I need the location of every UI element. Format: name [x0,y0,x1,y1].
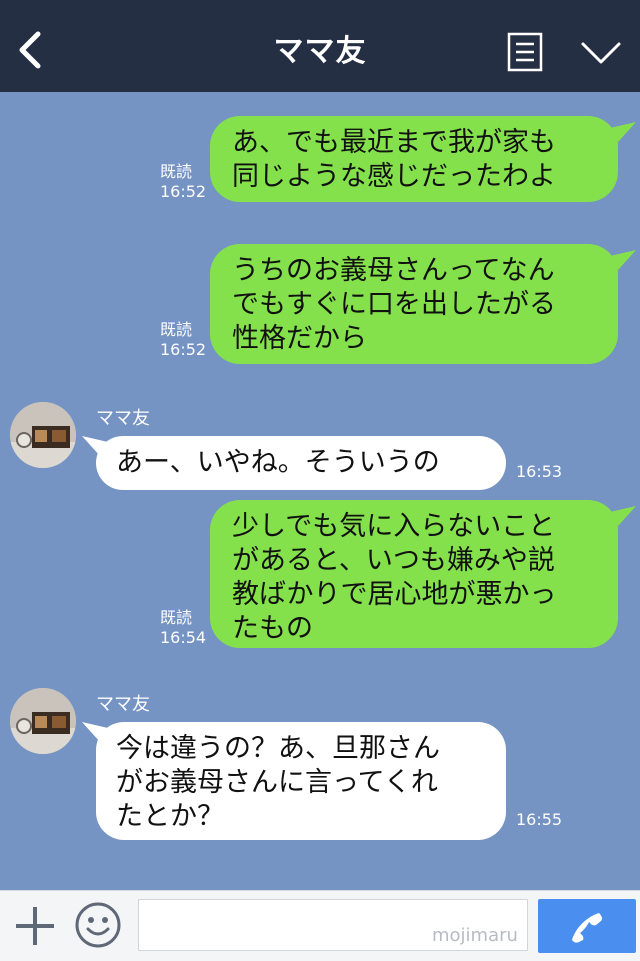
plus-icon[interactable] [14,905,56,947]
input-bar: mojimaru [0,890,640,961]
chat-title: ママ友 [273,34,367,69]
message-line: たとか？ [116,801,224,832]
chevron-down-icon[interactable] [580,40,622,66]
call-button[interactable] [538,899,636,953]
chat-header: ママ友 [0,0,640,92]
message-time: 16:52 [160,340,207,359]
smiley-icon[interactable] [74,901,122,949]
list-icon[interactable] [507,32,543,72]
message-line: があると、いつも嫌みや説 [232,545,555,576]
read-receipt: 既読 16:52 [160,320,206,360]
avatar-image [10,688,76,754]
read-receipt: 既読 16:54 [160,608,206,648]
message-line: うちのお義母さんってなん [232,255,555,286]
avatar[interactable] [10,402,76,468]
sender-name: ママ友 [96,408,150,429]
message-line: あー、いやね。そういうの [116,447,440,478]
message-time: 16:53 [516,462,563,481]
avatar-image [10,402,76,468]
bubble-tail [610,506,636,526]
read-label: 既読 [160,608,193,627]
outgoing-message[interactable]: あ、でも最近まで我が家も 同じような感じだったわよ [210,116,618,202]
avatar[interactable] [10,688,76,754]
message-time: 16:55 [516,810,563,829]
outgoing-message[interactable]: 少しでも気に入らないこと があると、いつも嫌みや説 教ばかりで居心地が悪かっ た… [210,500,618,648]
message-line: 性格だから [232,323,367,354]
read-receipt: 既読 16:52 [160,162,206,202]
message-line: 今は違うの？あ、旦那さん [116,733,440,764]
phone-icon [572,913,603,943]
incoming-message[interactable]: あー、いやね。そういうの [96,436,506,490]
message-line: 教ばかりで居心地が悪かっ [232,579,557,610]
bubble-tail [610,122,636,142]
message-line: あ、でも最近まで我が家も [232,127,556,158]
message-line: 同じような感じだったわよ [232,161,556,192]
message-line: 少しでも気に入らないこと [232,511,556,542]
sender-name: ママ友 [96,694,150,715]
read-label: 既読 [160,162,193,181]
chat-area[interactable]: 既読 16:52 あ、でも最近まで我が家も 同じような感じだったわよ 既読 16… [0,92,640,890]
outgoing-message[interactable]: うちのお義母さんってなん でもすぐに口を出したがる 性格だから [210,244,618,364]
message-time: 16:54 [160,628,207,647]
message-line: でもすぐに口を出したがる [232,289,556,320]
message-line: がお義母さんに言ってくれ [116,767,438,798]
message-time: 16:52 [160,182,207,201]
bubble-tail [610,250,636,270]
read-label: 既読 [160,320,193,339]
watermark: mojimaru [432,925,518,946]
message-line: たもの [232,613,313,644]
incoming-message[interactable]: 今は違うの？あ、旦那さん がお義母さんに言ってくれ たとか？ [96,722,506,840]
